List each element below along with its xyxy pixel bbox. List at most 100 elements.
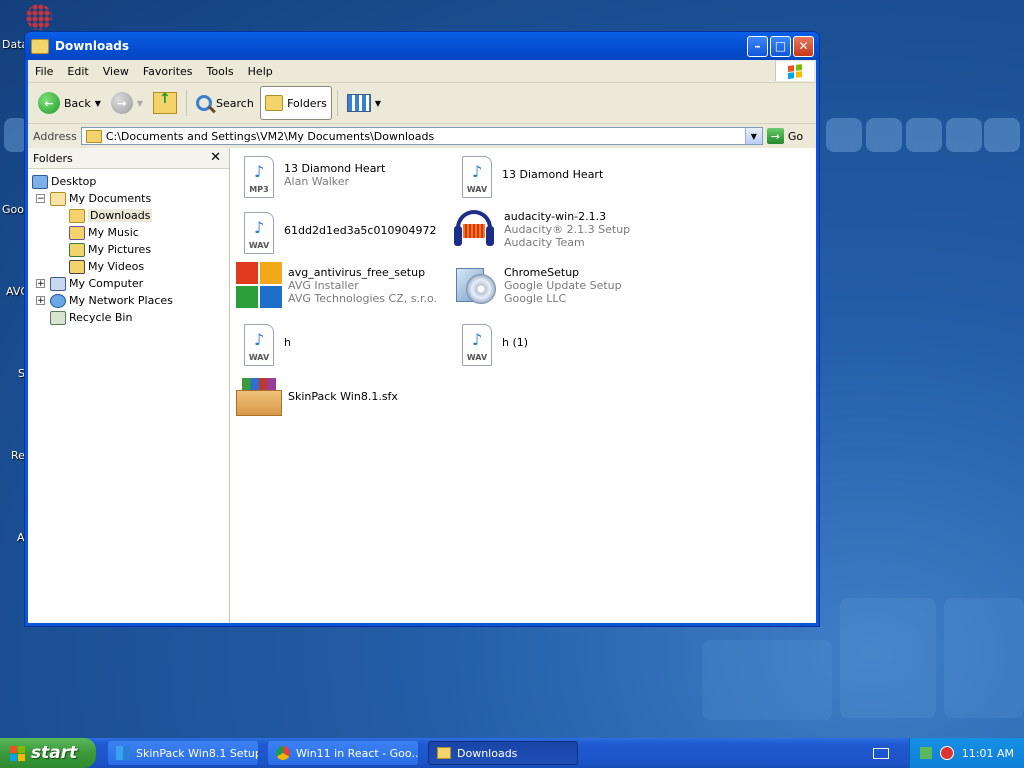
file-item[interactable]: avg_antivirus_free_setup AVG Installer A… [236, 262, 446, 308]
forward-button[interactable]: → ▼ [107, 86, 147, 120]
wav-icon: ♪ WAV [240, 324, 274, 366]
file-item[interactable]: audacity-win-2.1.3 Audacity® 2.1.3 Setup… [454, 210, 664, 252]
folder-icon [69, 208, 85, 223]
mp3-icon: ♪ MP3 [240, 156, 274, 198]
menu-file[interactable]: File [28, 65, 60, 78]
folder-tree: Desktop − My Documents Downloads My Musi… [28, 169, 229, 326]
close-button[interactable]: ✕ [793, 35, 814, 57]
security-alert-icon[interactable] [939, 746, 954, 760]
maximize-button[interactable]: □ [770, 35, 791, 57]
tree-item-my-music[interactable]: My Music [28, 224, 229, 241]
my-documents-icon [50, 191, 66, 206]
tree-item-recycle-bin[interactable]: Recycle Bin [28, 309, 229, 326]
computer-icon [50, 276, 66, 291]
search-label: Search [216, 96, 254, 110]
folders-pane-header: Folders [28, 148, 229, 169]
desktop-tile [840, 598, 936, 718]
folder-icon [437, 747, 451, 759]
desktop-tile [702, 640, 832, 720]
chevron-down-icon[interactable]: ▼ [137, 99, 143, 108]
collapse-icon[interactable]: − [36, 194, 45, 204]
chrome-setup-icon [454, 262, 496, 308]
forward-arrow-icon: → [110, 92, 133, 114]
network-icon [50, 293, 66, 308]
chevron-down-icon[interactable]: ▼ [744, 128, 762, 144]
menu-tools[interactable]: Tools [200, 65, 241, 78]
search-button[interactable]: Search [192, 86, 258, 120]
tree-item-my-videos[interactable]: My Videos [28, 258, 229, 275]
minimize-button[interactable]: – [747, 35, 768, 57]
keyboard-icon[interactable] [872, 747, 889, 759]
videos-folder-icon [69, 259, 85, 274]
windows-logo-icon [775, 61, 814, 81]
chevron-down-icon[interactable]: ▼ [95, 99, 101, 108]
desktop-label[interactable]: Re [11, 449, 25, 462]
expand-icon[interactable]: + [36, 279, 45, 289]
wav-icon: ♪ WAV [458, 156, 492, 198]
chevron-down-icon[interactable]: ▼ [375, 99, 381, 108]
title-bar[interactable]: Downloads – □ ✕ [25, 32, 819, 60]
desktop-tile [826, 118, 862, 152]
toolbar-separator [186, 90, 188, 116]
menu-bar: File Edit View Favorites Tools Help [28, 60, 816, 83]
clock[interactable]: 11:01 AM [962, 747, 1014, 760]
file-item[interactable]: ♪ WAV h (1) [458, 324, 668, 366]
views-button[interactable]: ▼ [343, 86, 385, 120]
file-item[interactable]: ♪ WAV 61dd2d1ed3a5c010904972 [240, 212, 450, 254]
menu-favorites[interactable]: Favorites [136, 65, 200, 78]
audacity-icon [454, 210, 494, 252]
tree-item-my-computer[interactable]: + My Computer [28, 275, 229, 292]
file-item[interactable]: ♪ WAV 13 Diamond Heart [458, 156, 668, 198]
desktop-app-icon[interactable] [26, 4, 52, 30]
file-list: ♪ MP3 13 Diamond Heart Alan Walker ♪ WAV 1… [230, 148, 816, 623]
taskbar-item-skinpack[interactable]: SkinPack Win8.1 Setup [108, 741, 258, 765]
desktop-tile [866, 118, 902, 152]
file-item[interactable]: ♪ WAV h [240, 324, 450, 366]
address-input[interactable]: C:\Documents and Settings\VM2\My Documen… [80, 127, 763, 145]
start-button[interactable]: start [0, 738, 96, 768]
back-button[interactable]: ← Back ▼ [34, 86, 105, 120]
file-item[interactable]: SkinPack Win8.1.sfx [236, 378, 446, 418]
wav-icon: ♪ WAV [240, 212, 274, 254]
taskbar-item-chrome[interactable]: Win11 in React - Goo... [268, 741, 418, 765]
taskbar: start SkinPack Win8.1 Setup Win11 in Rea… [0, 738, 1024, 768]
desktop-label[interactable]: Goo [2, 203, 24, 216]
expand-icon[interactable]: + [36, 296, 45, 306]
desktop-icon [32, 174, 48, 189]
desktop-tile [944, 598, 1024, 718]
tree-item-my-network-places[interactable]: + My Network Places [28, 292, 229, 309]
start-label: start [31, 743, 78, 763]
address-value: C:\Documents and Settings\VM2\My Documen… [105, 129, 435, 143]
menu-edit[interactable]: Edit [60, 65, 95, 78]
menu-help[interactable]: Help [241, 65, 280, 78]
explorer-window: Downloads – □ ✕ File Edit View Favorites… [24, 31, 820, 627]
desktop-tile [946, 118, 982, 152]
back-label: Back [64, 96, 91, 110]
folders-button[interactable]: Folders [259, 86, 332, 120]
tree-item-my-pictures[interactable]: My Pictures [28, 241, 229, 258]
up-folder-icon: ↑ [153, 91, 178, 114]
close-icon[interactable]: ✕ [210, 150, 221, 165]
go-arrow-icon: → [766, 128, 784, 144]
tree-item-my-documents[interactable]: − My Documents [28, 190, 229, 207]
window-body: File Edit View Favorites Tools Help ← Ba… [28, 60, 816, 623]
folders-icon [264, 95, 284, 111]
file-item[interactable]: ChromeSetup Google Update Setup Google L… [454, 262, 664, 308]
menu-view[interactable]: View [96, 65, 136, 78]
desktop-tile [906, 118, 942, 152]
archive-box-icon [236, 378, 282, 418]
toolbar: ← Back ▼ → ▼ ↑ Search Folders ▼ [28, 83, 816, 124]
network-tray-icon[interactable] [919, 747, 932, 759]
window-title: Downloads [55, 39, 130, 53]
windows-logo-icon [10, 745, 25, 761]
folders-pane: Folders ✕ Desktop − My Documents Downloa… [28, 148, 230, 623]
up-folder-button[interactable]: ↑ [149, 86, 181, 120]
back-arrow-icon: ← [38, 92, 60, 114]
file-item[interactable]: ♪ MP3 13 Diamond Heart Alan Walker [240, 156, 450, 198]
folders-pane-title: Folders [33, 151, 73, 165]
go-button[interactable]: → Go [766, 128, 803, 144]
address-label: Address [33, 129, 77, 143]
taskbar-item-downloads[interactable]: Downloads [428, 741, 578, 765]
tree-item-desktop[interactable]: Desktop [28, 173, 229, 190]
tree-item-downloads[interactable]: Downloads [28, 207, 229, 224]
